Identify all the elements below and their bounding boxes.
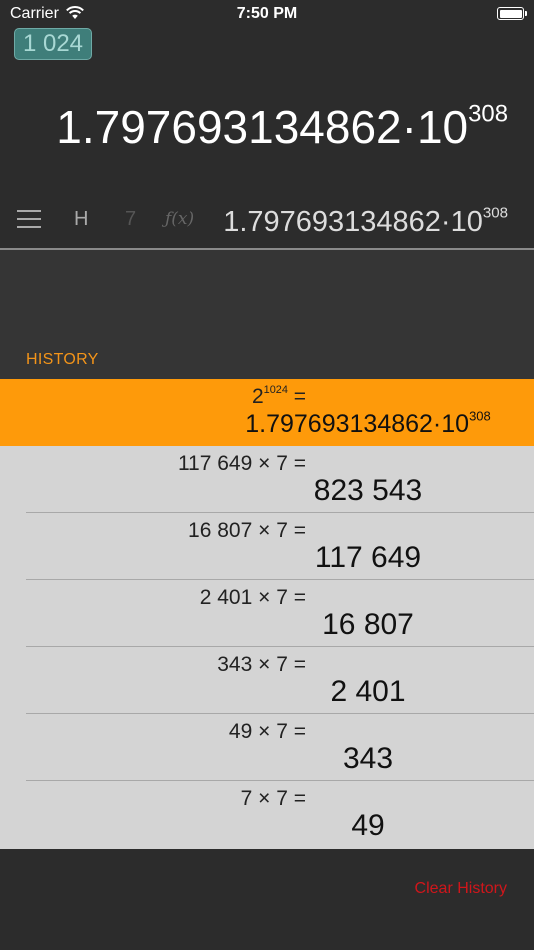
- history-button[interactable]: H: [74, 208, 88, 231]
- main-display: 1.797693134862·10308: [0, 100, 534, 160]
- history-item[interactable]: 117 649 × 7 = 823 543: [0, 446, 534, 513]
- history-expression: 16 807 × 7 =: [188, 519, 306, 542]
- battery-icon: [497, 7, 527, 20]
- history-item[interactable]: 49 × 7 = 343: [0, 714, 534, 781]
- history-result: 117 649: [314, 541, 422, 574]
- history-expression: 49 × 7 =: [228, 720, 306, 743]
- history-result: 2 401: [330, 675, 406, 708]
- history-header: HISTORY: [0, 250, 534, 379]
- history-item[interactable]: 2 401 × 7 = 16 807: [0, 580, 534, 647]
- history-result: 823 543: [313, 474, 423, 507]
- digit-button[interactable]: 7: [125, 208, 136, 231]
- expr-base: 2: [251, 385, 264, 408]
- history-expression: 117 649 × 7 =: [177, 452, 306, 475]
- history-item-selected[interactable]: 21024 = 1.797693134862·10308: [0, 379, 534, 446]
- display-mantissa: 1.797693134862·10: [56, 101, 469, 153]
- history-item[interactable]: 7 × 7 = 49: [0, 781, 534, 848]
- history-result: 343: [342, 742, 394, 775]
- entry-exponent: 308: [482, 204, 508, 222]
- history-expression: 7 × 7 =: [240, 787, 306, 810]
- history-result: 49: [351, 809, 385, 842]
- history-item[interactable]: 16 807 × 7 = 117 649: [0, 513, 534, 580]
- menu-icon[interactable]: [17, 210, 41, 228]
- history-expression: 2 401 × 7 =: [199, 586, 306, 609]
- history-expression: 343 × 7 =: [217, 653, 306, 676]
- toolbar: H 7 ƒ(x) 1.797693134862·10308: [0, 196, 534, 246]
- display-exponent: 308: [468, 100, 508, 128]
- memory-badge[interactable]: 1 024: [14, 28, 92, 60]
- history-expression: 21024 =: [252, 385, 306, 409]
- clear-history-button[interactable]: Clear History: [415, 880, 507, 898]
- clock: 7:50 PM: [236, 5, 298, 22]
- function-button[interactable]: ƒ(x): [165, 209, 194, 229]
- history-result: 16 807: [322, 608, 414, 641]
- history-result: 1.797693134862·10308: [228, 408, 508, 439]
- entry-mantissa: 1.797693134862·10: [223, 206, 483, 238]
- history-item[interactable]: 343 × 7 = 2 401: [0, 647, 534, 714]
- history-panel: HISTORY 21024 = 1.797693134862·10308 117…: [0, 250, 534, 950]
- result-exponent: 308: [469, 408, 491, 424]
- status-bar: Carrier 7:50 PM: [0, 0, 534, 28]
- result-mantissa: 1.797693134862·10: [245, 410, 470, 438]
- history-list: 21024 = 1.797693134862·10308 117 649 × 7…: [0, 379, 534, 849]
- expr-rest: =: [287, 385, 306, 408]
- history-title: HISTORY: [26, 351, 99, 368]
- entry-display: 1.797693134862·10308: [223, 204, 508, 239]
- expr-exponent: 1024: [263, 384, 288, 397]
